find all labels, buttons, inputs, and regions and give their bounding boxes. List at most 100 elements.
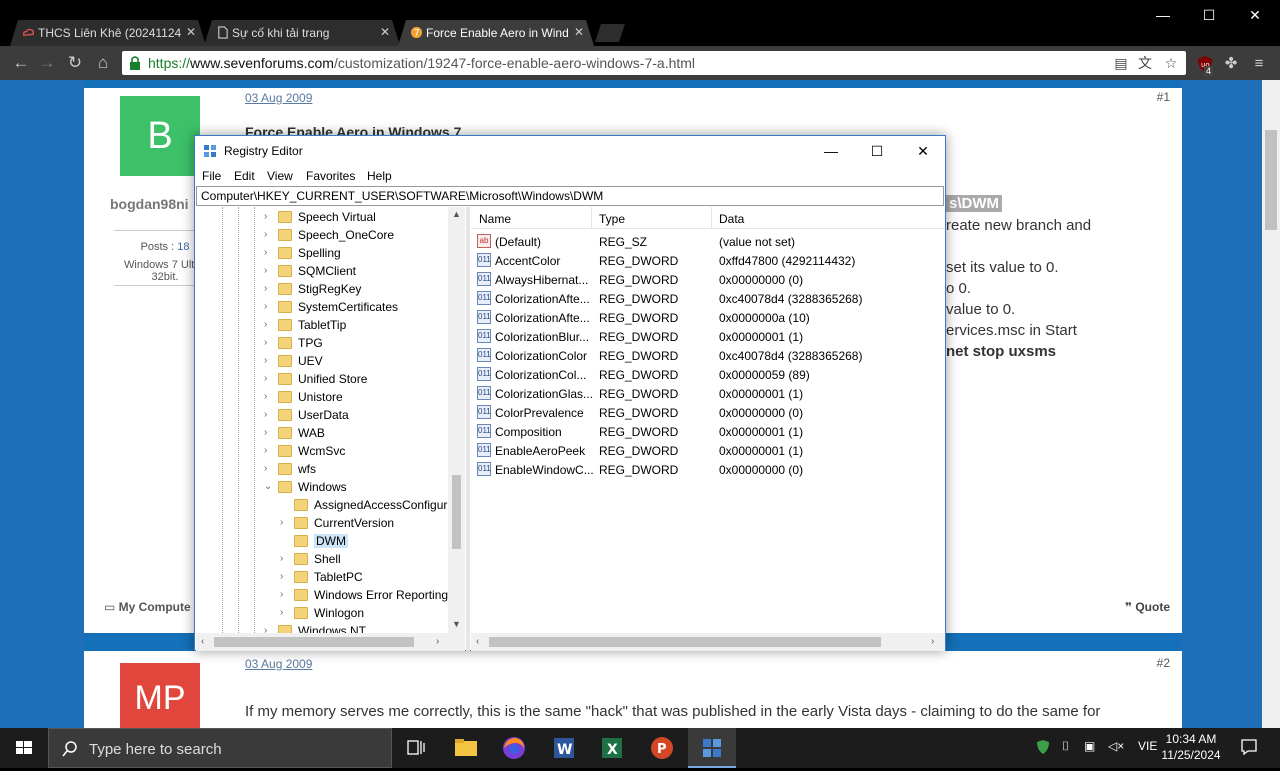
value-row[interactable]: 011 AccentColor REG_DWORD 0xffd47800 (42921… (471, 251, 945, 270)
menu-edit[interactable]: Edit (234, 169, 255, 183)
chevron-right-icon[interactable]: › (264, 373, 274, 384)
scroll-left-icon[interactable]: ‹ (201, 636, 204, 647)
file-explorer-button[interactable] (442, 728, 490, 768)
value-row[interactable]: 011 Composition REG_DWORD 0x00000001 (1) (471, 422, 945, 441)
chevron-right-icon[interactable]: › (264, 211, 274, 222)
value-row[interactable]: 011 AlwaysHibernat... REG_DWORD 0x00000000 … (471, 270, 945, 289)
taskbar-search[interactable]: Type here to search (48, 728, 392, 768)
post-number[interactable]: #2 (1157, 656, 1170, 670)
tree-item[interactable]: › Unified Store (196, 371, 448, 389)
post-number[interactable]: #1 (1157, 90, 1170, 104)
scrollbar-thumb[interactable] (214, 637, 414, 647)
page-scrollbar[interactable] (1262, 80, 1280, 728)
key-tree[interactable]: › Speech Virtual › Speech_OneCore › Spelling ›… (196, 207, 465, 651)
language-indicator[interactable]: VIE (1138, 739, 1157, 753)
tree-item[interactable]: › TPG (196, 335, 448, 353)
value-row[interactable]: 011 ColorizationAfte... REG_DWORD 0x0000000… (471, 308, 945, 327)
tree-item[interactable]: › CurrentVersion (196, 515, 448, 533)
menu-icon[interactable]: ≡ (1250, 55, 1268, 73)
value-row[interactable]: 011 ColorizationBlur... REG_DWORD 0x0000000… (471, 327, 945, 346)
maximize-icon[interactable]: ☐ (1186, 3, 1232, 27)
chevron-right-icon[interactable]: › (264, 301, 274, 312)
scroll-down-icon[interactable]: ▼ (452, 619, 461, 629)
chevron-right-icon[interactable]: › (280, 589, 290, 600)
value-row[interactable]: 011 ColorizationCol... REG_DWORD 0x00000059… (471, 365, 945, 384)
column-data[interactable]: Data (719, 212, 744, 226)
network-icon[interactable]: ▣ (1084, 739, 1095, 753)
reload-icon[interactable]: ↻ (64, 52, 86, 74)
chevron-right-icon[interactable]: › (280, 517, 290, 528)
value-row[interactable]: 011 ColorPrevalence REG_DWORD 0x00000000 (0… (471, 403, 945, 422)
new-tab-button[interactable] (595, 24, 625, 42)
start-button[interactable] (0, 728, 48, 768)
tree-item[interactable]: › UEV (196, 353, 448, 371)
chevron-down-icon[interactable]: ⌄ (264, 481, 274, 492)
close-icon[interactable]: ✕ (186, 25, 196, 39)
tree-item[interactable]: › SystemCertificates (196, 299, 448, 317)
tree-item[interactable]: › Speech_OneCore (196, 227, 448, 245)
chevron-right-icon[interactable]: › (264, 355, 274, 366)
chevron-right-icon[interactable]: › (264, 229, 274, 240)
tree-item[interactable]: › WcmSvc (196, 443, 448, 461)
value-row[interactable]: 011 ColorizationGlas... REG_DWORD 0x0000000… (471, 384, 945, 403)
tree-item[interactable]: › SQMClient (196, 263, 448, 281)
close-icon[interactable]: ✕ (1232, 3, 1278, 27)
menu-view[interactable]: View (267, 169, 293, 183)
tree-item[interactable]: ⌄ Windows (196, 479, 448, 497)
menu-favorites[interactable]: Favorites (306, 169, 355, 183)
firefox-button[interactable] (490, 728, 538, 768)
tab-page-error[interactable]: Sự cố khi tải trang ✕ (204, 20, 400, 46)
chevron-right-icon[interactable]: › (264, 409, 274, 420)
chevron-right-icon[interactable]: › (280, 571, 290, 582)
minimize-icon[interactable]: — (1140, 3, 1186, 27)
tree-item[interactable]: › UserData (196, 407, 448, 425)
word-button[interactable]: W (540, 728, 588, 768)
tree-item[interactable]: DWM (196, 533, 448, 551)
scrollbar-thumb[interactable] (489, 637, 881, 647)
tree-item[interactable]: › TabletTip (196, 317, 448, 335)
minimize-icon[interactable]: — (808, 140, 854, 162)
avatar[interactable]: B (120, 96, 200, 176)
tree-item[interactable]: › WAB (196, 425, 448, 443)
tree-hscrollbar[interactable]: ‹ › (196, 633, 465, 651)
back-arrow-icon[interactable]: ← (10, 52, 32, 74)
close-icon[interactable]: ✕ (380, 25, 390, 39)
values-list[interactable]: Name Type Data ab (Default) REG_SZ (value n… (471, 207, 945, 651)
scrollbar-thumb[interactable] (1265, 130, 1277, 230)
scroll-left-icon[interactable]: ‹ (476, 636, 479, 647)
tree-scrollbar[interactable]: ▲ ▼ (448, 207, 465, 633)
forward-arrow-icon[interactable]: → (36, 52, 58, 74)
username[interactable]: bogdan98ni (110, 196, 189, 212)
tree-item[interactable]: › wfs (196, 461, 448, 479)
close-icon[interactable]: ✕ (900, 140, 946, 162)
tree-item[interactable]: › Windows Error Reporting (196, 587, 448, 605)
maximize-icon[interactable]: ☐ (854, 140, 900, 162)
chevron-right-icon[interactable]: › (280, 553, 290, 564)
quote-button[interactable]: ❞ Quote (1125, 600, 1170, 614)
chevron-right-icon[interactable]: › (264, 247, 274, 258)
menu-help[interactable]: Help (367, 169, 392, 183)
tree-item[interactable]: › Speech Virtual (196, 209, 448, 227)
tab-force-aero[interactable]: 7 Force Enable Aero in Wind ✕ (398, 20, 594, 46)
avatar[interactable]: MP (120, 663, 200, 728)
excel-button[interactable]: X (588, 728, 636, 768)
scroll-right-icon[interactable]: › (931, 636, 934, 647)
chevron-right-icon[interactable]: › (264, 319, 274, 330)
usb-icon[interactable]: ⌷ (1062, 739, 1069, 754)
my-computer-link[interactable]: ▭ My Compute (104, 600, 191, 614)
value-row[interactable]: ab (Default) REG_SZ (value not set) (471, 232, 945, 251)
value-row[interactable]: 011 ColorizationColor REG_DWORD 0xc40078d4 … (471, 346, 945, 365)
scroll-right-icon[interactable]: › (436, 636, 439, 647)
bookmark-star-icon[interactable]: ☆ (1162, 54, 1180, 72)
reader-mode-icon[interactable]: ▤ (1112, 54, 1130, 72)
value-row[interactable]: 011 EnableWindowC... REG_DWORD 0x00000000 (… (471, 460, 945, 479)
clock[interactable]: 10:34 AM 11/25/2024 (1160, 731, 1222, 763)
chevron-right-icon[interactable]: › (280, 607, 290, 618)
volume-muted-icon[interactable]: ◁× (1108, 739, 1124, 753)
task-view-button[interactable] (392, 728, 440, 768)
tree-item[interactable]: › StigRegKey (196, 281, 448, 299)
value-row[interactable]: 011 EnableAeroPeek REG_DWORD 0x00000001 (1) (471, 441, 945, 460)
pane-splitter[interactable] (466, 207, 470, 651)
home-icon[interactable]: ⌂ (92, 52, 114, 74)
column-separator[interactable] (711, 207, 712, 229)
